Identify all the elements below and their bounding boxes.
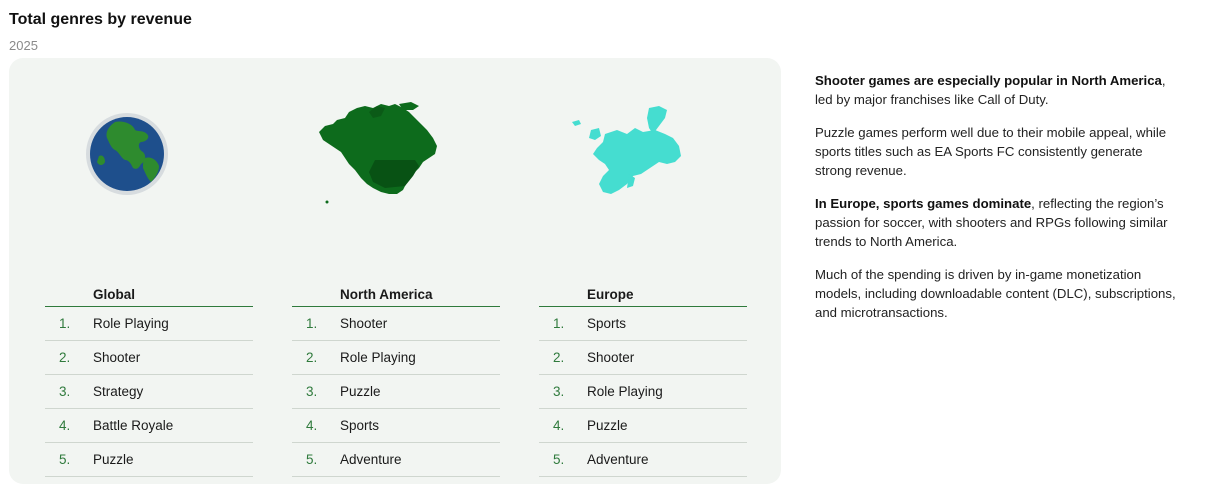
genre-name: Adventure <box>587 452 649 467</box>
ranking-column-north-america: North America 1. Shooter 2. Role Playing 3… <box>292 286 500 477</box>
genre-name: Role Playing <box>340 350 416 365</box>
commentary-paragraph: Much of the spending is driven by in-gam… <box>815 267 1176 320</box>
globe-icon <box>86 113 168 195</box>
column-header: North America <box>292 286 500 307</box>
genre-name: Adventure <box>340 452 402 467</box>
north-america-map-icon <box>319 102 437 204</box>
list-item: 3. Role Playing <box>539 375 747 409</box>
list-item: 2. Shooter <box>539 341 747 375</box>
ranking-column-global: Global 1. Role Playing 2. Shooter 3. Strate… <box>45 286 253 477</box>
rank-number: 2. <box>59 350 71 365</box>
rank-number: 1. <box>306 316 318 331</box>
genre-name: Strategy <box>93 384 144 399</box>
list-item: 5. Puzzle <box>45 443 253 477</box>
genre-name: Puzzle <box>340 384 381 399</box>
genre-name: Role Playing <box>587 384 663 399</box>
commentary-highlight: In Europe, sports games dominate <box>815 196 1032 211</box>
rank-number: 1. <box>553 316 565 331</box>
rank-number: 5. <box>59 452 71 467</box>
list-item: 4. Puzzle <box>539 409 747 443</box>
genre-name: Puzzle <box>93 452 134 467</box>
rank-number: 4. <box>59 418 71 433</box>
page-subtitle: 2025 <box>9 38 38 53</box>
rank-number: 4. <box>553 418 565 433</box>
rank-number: 5. <box>306 452 318 467</box>
list-item: 2. Shooter <box>45 341 253 375</box>
list-item: 3. Strategy <box>45 375 253 409</box>
genre-name: Shooter <box>587 350 635 365</box>
list-item: 5. Adventure <box>539 443 747 477</box>
column-header: Europe <box>539 286 747 307</box>
rank-number: 1. <box>59 316 71 331</box>
commentary-panel: Shooter games are especially popular in … <box>815 71 1180 336</box>
list-item: 1. Sports <box>539 307 747 341</box>
commentary-paragraph: In Europe, sports games dominate, reflec… <box>815 194 1180 251</box>
rank-number: 5. <box>553 452 565 467</box>
list-item: 2. Role Playing <box>292 341 500 375</box>
rank-number: 3. <box>59 384 71 399</box>
genre-name: Shooter <box>93 350 141 365</box>
genre-name: Sports <box>340 418 380 433</box>
ranking-column-europe: Europe 1. Sports 2. Shooter 3. Role Playing… <box>539 286 747 477</box>
commentary-paragraph: Shooter games are especially popular in … <box>815 71 1180 109</box>
genre-name: Puzzle <box>587 418 628 433</box>
genre-name: Role Playing <box>93 316 169 331</box>
list-item: 1. Shooter <box>292 307 500 341</box>
list-item: 4. Battle Royale <box>45 409 253 443</box>
europe-map-icon <box>572 106 681 194</box>
genre-name: Battle Royale <box>93 418 174 433</box>
page-title: Total genres by revenue <box>9 11 192 28</box>
commentary-highlight: Shooter games are especially popular in … <box>815 73 1162 88</box>
list-item: 5. Adventure <box>292 443 500 477</box>
list-item: 3. Puzzle <box>292 375 500 409</box>
genre-name: Shooter <box>340 316 388 331</box>
genre-name: Sports <box>587 316 627 331</box>
rank-number: 2. <box>553 350 565 365</box>
column-header: Global <box>45 286 253 307</box>
rank-number: 2. <box>306 350 318 365</box>
commentary-paragraph: Puzzle games perform well due to their m… <box>815 125 1167 178</box>
genre-card: Global 1. Role Playing 2. Shooter 3. Strate… <box>9 58 781 484</box>
rank-number: 3. <box>306 384 318 399</box>
rank-number: 4. <box>306 418 318 433</box>
list-item: 1. Role Playing <box>45 307 253 341</box>
list-item: 4. Sports <box>292 409 500 443</box>
rank-number: 3. <box>553 384 565 399</box>
